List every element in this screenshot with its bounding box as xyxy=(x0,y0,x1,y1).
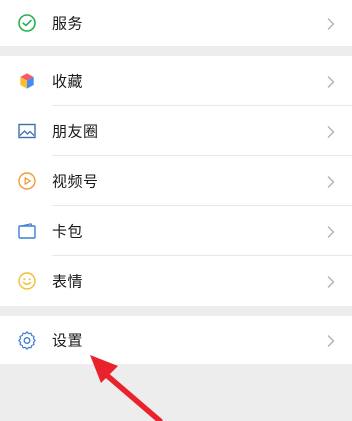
card-wallet-icon xyxy=(17,221,37,241)
chevron-right-icon xyxy=(326,16,336,30)
menu-item-label: 设置 xyxy=(52,331,84,350)
wechat-pay-icon xyxy=(17,13,37,33)
favorites-cube-icon xyxy=(17,71,37,91)
menu-item-settings[interactable]: 设置 xyxy=(0,316,352,364)
menu-item-label: 收藏 xyxy=(52,72,84,91)
settings-gear-icon xyxy=(17,330,37,350)
chevron-right-icon xyxy=(326,274,336,288)
chevron-right-icon xyxy=(326,124,336,138)
services-group: 服务 xyxy=(0,0,352,46)
chevron-right-icon xyxy=(326,333,336,347)
menu-item-label: 卡包 xyxy=(52,222,84,241)
chevron-right-icon xyxy=(326,224,336,238)
menu-item-card-wallet[interactable]: 卡包 xyxy=(0,206,352,256)
channels-play-icon xyxy=(17,171,37,191)
menu-item-moments[interactable]: 朋友圈 xyxy=(0,106,352,156)
sticker-smiley-icon xyxy=(17,271,37,291)
menu-item-favorites[interactable]: 收藏 xyxy=(0,56,352,106)
menu-item-label: 表情 xyxy=(52,272,84,291)
features-group: 收藏 朋友圈 视频号 卡包 表情 xyxy=(0,56,352,306)
menu-item-label: 服务 xyxy=(52,14,84,33)
menu-item-channels[interactable]: 视频号 xyxy=(0,156,352,206)
menu-item-stickers[interactable]: 表情 xyxy=(0,256,352,306)
chevron-right-icon xyxy=(326,174,336,188)
menu-item-label: 视频号 xyxy=(52,172,99,191)
moments-image-icon xyxy=(17,121,37,141)
settings-group: 设置 xyxy=(0,316,352,364)
menu-item-services[interactable]: 服务 xyxy=(0,0,352,46)
menu-item-label: 朋友圈 xyxy=(52,122,99,141)
chevron-right-icon xyxy=(326,74,336,88)
